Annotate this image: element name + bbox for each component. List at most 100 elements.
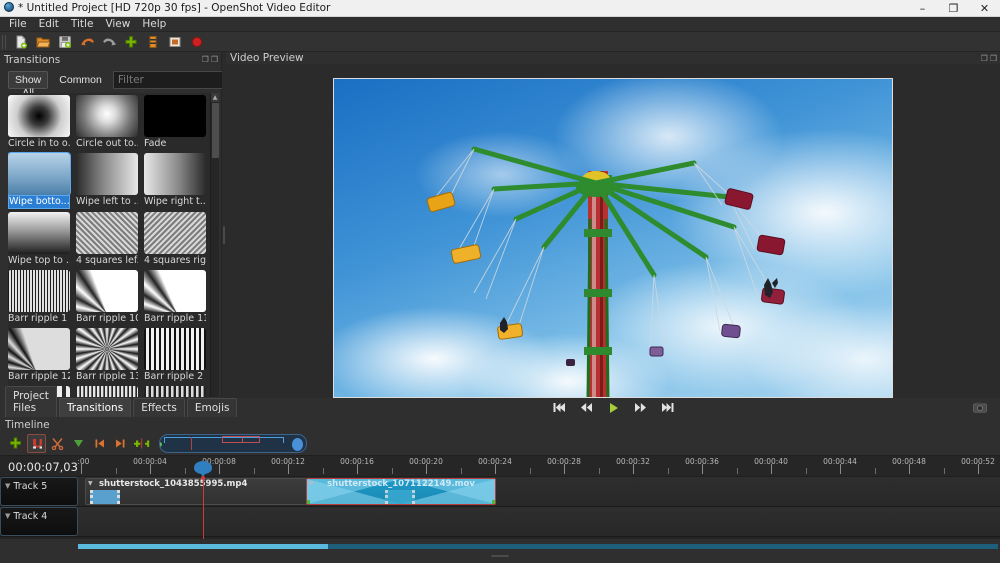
tab-effects[interactable]: Effects [133,398,185,417]
window-title: * Untitled Project [HD 720p 30 fps] - Op… [18,2,331,14]
add-marker-button[interactable] [69,434,88,453]
open-project-icon[interactable] [33,33,53,51]
transitions-list[interactable]: Circle in to o... Circle out to... Fade Wip… [8,93,219,417]
float-preview-icon[interactable]: ❐ [981,54,988,63]
transition-item[interactable]: Barr ripple 11 [144,270,206,325]
toolbar-grip[interactable] [2,34,8,49]
tab-project-files[interactable]: Project Files [5,386,57,417]
ruler-tick-major [564,464,565,474]
previous-marker-button[interactable] [90,434,109,453]
play-button[interactable] [605,400,621,416]
track-collapse-icon[interactable]: ▼ [5,481,10,491]
menu-title[interactable]: Title [65,17,100,32]
playhead-timecode: 00:00:07,03 [0,456,78,476]
record-icon[interactable] [187,33,207,51]
transition-item[interactable]: Barr ripple 12 [8,328,70,383]
transition-item[interactable]: Circle out to... [76,95,138,150]
track-header-4[interactable]: ▼ Track 4 [0,507,78,536]
preview-dock-title: Video Preview ❐ ❐ [226,52,1000,64]
track-lane-5[interactable]: ▼ shutterstock_1043855995.mp4 ▼ shutters… [78,477,1000,506]
bottom-splitter[interactable] [0,552,1000,560]
transition-item[interactable]: Barr ripple 2 [144,328,206,383]
timeline-title: Timeline [5,418,50,431]
timeline-clip[interactable]: ▼ shutterstock_1043855995.mp4 [85,478,307,505]
transition-label: 4 squares lef... [76,255,138,266]
show-all-button[interactable]: Show All [8,71,49,99]
playhead-marker[interactable] [194,461,212,480]
timeline-zoom-widget[interactable] [159,434,307,453]
jump-to-end-button[interactable] [659,400,675,416]
close-preview-icon[interactable]: ❐ [990,54,997,63]
minimize-button[interactable]: – [907,0,938,16]
transition-item[interactable]: Wipe botto... [8,152,71,209]
menu-view[interactable]: View [99,17,136,32]
transition-label: Barr ripple 10 [76,313,138,324]
menu-edit[interactable]: Edit [33,17,65,32]
playhead-line[interactable] [203,477,204,539]
track-label: Track 4 [13,511,48,522]
transitions-scrollbar[interactable]: ▲ ▼ [210,93,219,417]
transition-item[interactable]: Wipe right t... [144,153,206,209]
float-dock-icon[interactable]: ❐ [202,55,209,64]
close-button[interactable]: ✕ [969,0,1000,16]
track-row[interactable]: ▼ Track 4 [0,507,1000,537]
track-row[interactable]: ▼ Track 5 ▼ shutterstock_1043855995.mp4 … [0,477,1000,507]
transition-thumbnail [144,270,206,312]
close-dock-icon[interactable]: ❐ [211,55,218,64]
transition-item[interactable]: Fade [144,95,206,150]
timeline-ruler[interactable]: 00:00:07,03 0:00 00:00:04 00:00:08 00:00:12… [0,455,1000,477]
transition-item[interactable]: Circle in to o... [8,95,70,150]
fast-forward-button[interactable] [632,400,648,416]
rewind-button[interactable] [578,400,594,416]
ruler-tick-minor [253,468,255,474]
track-label: Track 5 [13,481,48,492]
new-project-icon[interactable] [11,33,31,51]
transitions-dock: Transitions ❐ ❐ Show All Common Circle i… [0,52,255,417]
tab-transitions[interactable]: Transitions [58,398,132,417]
transition-item[interactable]: 4 squares lef... [76,212,138,267]
menu-help[interactable]: Help [136,17,172,32]
razor-tool-button[interactable] [48,434,67,453]
timeline-horizontal-scrollbar[interactable] [78,544,998,549]
fullscreen-icon[interactable] [165,33,185,51]
export-video-icon[interactable] [143,33,163,51]
snapping-toggle-button[interactable] [27,434,46,453]
transition-item[interactable]: Barr ripple 13 [76,328,138,383]
common-button[interactable]: Common [52,71,109,89]
scrollbar-thumb[interactable] [78,544,328,549]
zoom-slider-handle[interactable] [292,438,303,451]
transition-item[interactable]: Wipe left to ... [76,153,138,209]
transition-item[interactable]: Wipe top to ... [8,212,70,267]
import-files-icon[interactable] [121,33,141,51]
clip-trim-handle-right[interactable] [492,500,495,504]
scroll-up-icon[interactable]: ▲ [211,93,219,102]
center-playhead-button[interactable] [132,434,151,453]
ruler-tick-minor [115,468,117,474]
track-lane-4[interactable] [78,507,1000,536]
maximize-button[interactable]: ❐ [938,0,969,16]
add-track-button[interactable] [6,434,25,453]
clip-trim-handle-left[interactable] [307,500,310,504]
track-collapse-icon[interactable]: ▼ [5,511,10,521]
transition-item[interactable]: 4 squares rig... [144,212,206,267]
ruler-tick-major [219,464,220,474]
menu-file[interactable]: File [3,17,33,32]
video-frame[interactable] [333,78,893,398]
transition-item[interactable]: Barr ripple 10 [76,270,138,325]
redo-icon[interactable] [99,33,119,51]
save-project-icon[interactable] [55,33,75,51]
snapshot-camera-icon[interactable] [972,401,988,415]
transition-label: Barr ripple 1 [8,313,68,324]
transition-label: Circle in to o... [8,138,70,149]
scrollbar-thumb[interactable] [212,103,219,158]
next-marker-button[interactable] [111,434,130,453]
ruler-tick-major [288,464,289,474]
jump-to-start-button[interactable] [551,400,567,416]
track-header-5[interactable]: ▼ Track 5 [0,477,78,506]
preview-area [226,64,1000,398]
transition-item[interactable]: Barr ripple 1 [8,270,70,325]
timeline-clip-selected[interactable]: ▼ shutterstock_1071122149.mov [306,478,496,505]
undo-icon[interactable] [77,33,97,51]
ruler-tick-minor [460,468,462,474]
tab-emojis[interactable]: Emojis [186,398,238,417]
